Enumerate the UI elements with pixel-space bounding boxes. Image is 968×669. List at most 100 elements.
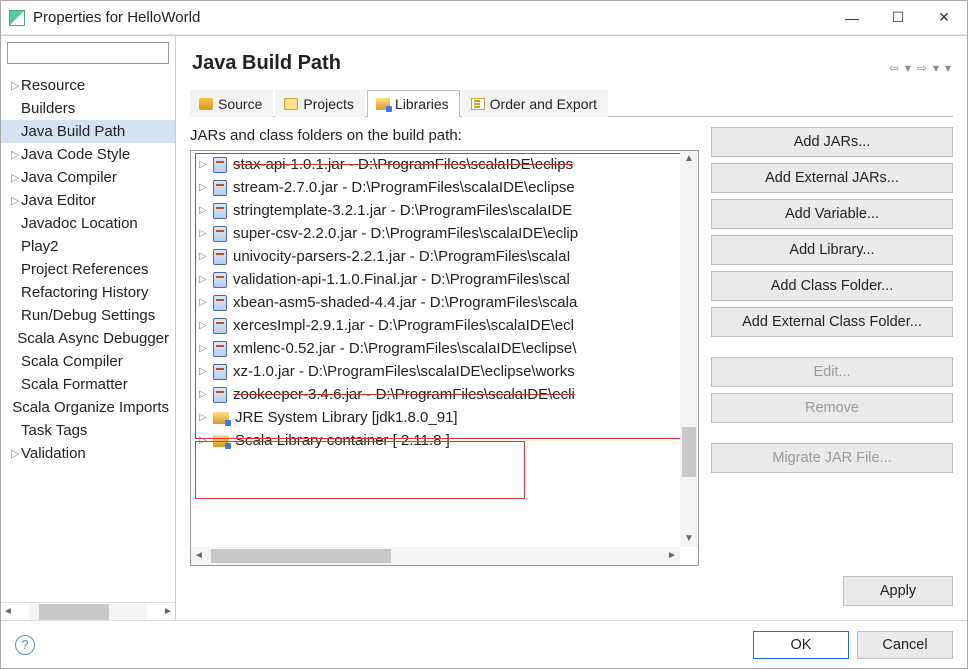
jar-item[interactable]: ▷stax-api-1.0.1.jar - D:\ProgramFiles\sc… bbox=[191, 153, 680, 176]
sidebar-item[interactable]: Play2 bbox=[1, 235, 175, 258]
jar-item[interactable]: ▷super-csv-2.2.0.jar - D:\ProgramFiles\s… bbox=[191, 222, 680, 245]
jar-list[interactable]: ▷stax-api-1.0.1.jar - D:\ProgramFiles\sc… bbox=[190, 150, 699, 566]
sidebar-item[interactable]: ▷Java Compiler bbox=[1, 166, 175, 189]
sidebar-item[interactable]: Javadoc Location bbox=[1, 212, 175, 235]
add-external-jars-button[interactable]: Add External JARs... bbox=[711, 163, 953, 193]
jar-item[interactable]: ▷JRE System Library [jdk1.8.0_91] bbox=[191, 406, 680, 429]
jar-hscroll[interactable]: ◄► bbox=[191, 547, 680, 565]
sidebar-item[interactable]: Run/Debug Settings bbox=[1, 304, 175, 327]
apply-button[interactable]: Apply bbox=[843, 576, 953, 606]
help-icon[interactable]: ? bbox=[15, 635, 35, 655]
jar-icon bbox=[213, 364, 227, 380]
jar-item[interactable]: ▷stream-2.7.0.jar - D:\ProgramFiles\scal… bbox=[191, 176, 680, 199]
sidebar-item-label: Scala Compiler bbox=[21, 353, 123, 370]
jar-item-label: stax-api-1.0.1.jar - D:\ProgramFiles\sca… bbox=[233, 156, 573, 173]
ok-button[interactable]: OK bbox=[753, 631, 849, 659]
add-class-folder-button[interactable]: Add Class Folder... bbox=[711, 271, 953, 301]
jar-item-label: validation-api-1.1.0.Final.jar - D:\Prog… bbox=[233, 271, 570, 288]
page-title: Java Build Path bbox=[192, 52, 887, 75]
jar-item-label: stream-2.7.0.jar - D:\ProgramFiles\scala… bbox=[233, 179, 575, 196]
jar-item[interactable]: ▷xmlenc-0.52.jar - D:\ProgramFiles\scala… bbox=[191, 337, 680, 360]
jar-item-label: zookeeper-3.4.6.jar - D:\ProgramFiles\sc… bbox=[233, 386, 575, 403]
sidebar-item[interactable]: ▷Java Editor bbox=[1, 189, 175, 212]
jar-icon bbox=[213, 387, 227, 403]
add-external-class-folder-button[interactable]: Add External Class Folder... bbox=[711, 307, 953, 337]
jar-icon bbox=[213, 157, 227, 173]
jar-item[interactable]: ▷validation-api-1.1.0.Final.jar - D:\Pro… bbox=[191, 268, 680, 291]
tab[interactable]: Order and Export bbox=[462, 90, 608, 117]
sidebar-item[interactable]: Scala Organize Imports bbox=[1, 396, 175, 419]
minimize-button[interactable]: — bbox=[829, 3, 875, 33]
jar-item[interactable]: ▷xbean-asm5-shaded-4.4.jar - D:\ProgramF… bbox=[191, 291, 680, 314]
tab-label: Projects bbox=[303, 96, 354, 112]
sidebar-item[interactable]: Scala Formatter bbox=[1, 373, 175, 396]
sidebar-item[interactable]: Scala Compiler bbox=[1, 350, 175, 373]
sidebar-item-label: Scala Formatter bbox=[21, 376, 128, 393]
sidebar-item[interactable]: ▷Validation bbox=[1, 442, 175, 465]
sidebar-item[interactable]: Task Tags bbox=[1, 419, 175, 442]
tab[interactable]: Libraries bbox=[367, 90, 460, 117]
page-nav-arrows[interactable]: ⇦▾⇨▾▾ bbox=[887, 61, 953, 75]
sidebar-item-label: Play2 bbox=[21, 238, 59, 255]
sidebar-hscroll[interactable]: ◄ ► bbox=[1, 602, 175, 620]
sidebar-item[interactable]: Project References bbox=[1, 258, 175, 281]
jar-item[interactable]: ▷xz-1.0.jar - D:\ProgramFiles\scalaIDE\e… bbox=[191, 360, 680, 383]
jar-icon bbox=[213, 226, 227, 242]
tab-label: Libraries bbox=[395, 96, 449, 112]
sidebar-item[interactable]: Builders bbox=[1, 97, 175, 120]
tab[interactable]: Source bbox=[190, 90, 273, 117]
sidebar-item-label: Refactoring History bbox=[21, 284, 149, 301]
remove-button[interactable]: Remove bbox=[711, 393, 953, 423]
jar-item-label: stringtemplate-3.2.1.jar - D:\ProgramFil… bbox=[233, 202, 572, 219]
app-icon bbox=[9, 10, 25, 26]
sidebar-item[interactable]: Scala Async Debugger bbox=[1, 327, 175, 350]
jar-item[interactable]: ▷xercesImpl-2.9.1.jar - D:\ProgramFiles\… bbox=[191, 314, 680, 337]
window-title: Properties for HelloWorld bbox=[33, 9, 200, 26]
jar-item[interactable]: ▷zookeeper-3.4.6.jar - D:\ProgramFiles\s… bbox=[191, 383, 680, 406]
sidebar-item-label: Java Editor bbox=[21, 192, 96, 209]
add-variable-button[interactable]: Add Variable... bbox=[711, 199, 953, 229]
category-tree[interactable]: ▷Resource Builders Java Build Path ▷Java Co… bbox=[1, 70, 175, 602]
sidebar-item-label: Resource bbox=[21, 77, 85, 94]
jar-item-label: xercesImpl-2.9.1.jar - D:\ProgramFiles\s… bbox=[233, 317, 574, 334]
library-icon bbox=[213, 435, 229, 447]
sidebar-item-label: Java Code Style bbox=[21, 146, 130, 163]
jar-item[interactable]: ▷univocity-parsers-2.2.1.jar - D:\Progra… bbox=[191, 245, 680, 268]
sidebar-item-label: Java Build Path bbox=[21, 123, 125, 140]
list-label: JARs and class folders on the build path… bbox=[190, 127, 699, 144]
sidebar-item-label: Task Tags bbox=[21, 422, 87, 439]
add-library-button[interactable]: Add Library... bbox=[711, 235, 953, 265]
sidebar-item-label: Project References bbox=[21, 261, 149, 278]
jar-item[interactable]: ▷stringtemplate-3.2.1.jar - D:\ProgramFi… bbox=[191, 199, 680, 222]
tab-label: Order and Export bbox=[490, 96, 597, 112]
sidebar-item[interactable]: Java Build Path bbox=[1, 120, 175, 143]
jar-item-label: xbean-asm5-shaded-4.4.jar - D:\ProgramFi… bbox=[233, 294, 577, 311]
cancel-button[interactable]: Cancel bbox=[857, 631, 953, 659]
jar-item-label: xz-1.0.jar - D:\ProgramFiles\scalaIDE\ec… bbox=[233, 363, 575, 380]
sidebar-item[interactable]: ▷Resource bbox=[1, 74, 175, 97]
jar-icon bbox=[213, 295, 227, 311]
tab[interactable]: Projects bbox=[275, 90, 365, 117]
jar-item-label: xmlenc-0.52.jar - D:\ProgramFiles\scalaI… bbox=[233, 340, 576, 357]
jar-item[interactable]: ▷Scala Library container [ 2.11.8 ] bbox=[191, 429, 680, 452]
edit-button[interactable]: Edit... bbox=[711, 357, 953, 387]
jar-item-label: JRE System Library [jdk1.8.0_91] bbox=[235, 409, 458, 426]
library-icon bbox=[213, 412, 229, 424]
sidebar-item[interactable]: Refactoring History bbox=[1, 281, 175, 304]
jar-icon bbox=[213, 318, 227, 334]
maximize-button[interactable]: ☐ bbox=[875, 3, 921, 33]
tab-bar: Source Projects Libraries Order and Export bbox=[190, 89, 953, 117]
migrate-jar-button[interactable]: Migrate JAR File... bbox=[711, 443, 953, 473]
jar-icon bbox=[213, 203, 227, 219]
add-jars-button[interactable]: Add JARs... bbox=[711, 127, 953, 157]
sidebar-item[interactable]: ▷Java Code Style bbox=[1, 143, 175, 166]
sidebar-item-label: Scala Async Debugger bbox=[17, 330, 169, 347]
close-button[interactable]: ✕ bbox=[921, 3, 967, 33]
tab-label: Source bbox=[218, 96, 262, 112]
source-icon bbox=[199, 98, 213, 110]
sidebar-item-label: Builders bbox=[21, 100, 75, 117]
filter-input[interactable] bbox=[7, 42, 169, 64]
jar-item-label: super-csv-2.2.0.jar - D:\ProgramFiles\sc… bbox=[233, 225, 578, 242]
jar-item-label: Scala Library container [ 2.11.8 ] bbox=[235, 432, 450, 449]
jar-vscroll[interactable]: ▲▼ bbox=[680, 151, 698, 547]
